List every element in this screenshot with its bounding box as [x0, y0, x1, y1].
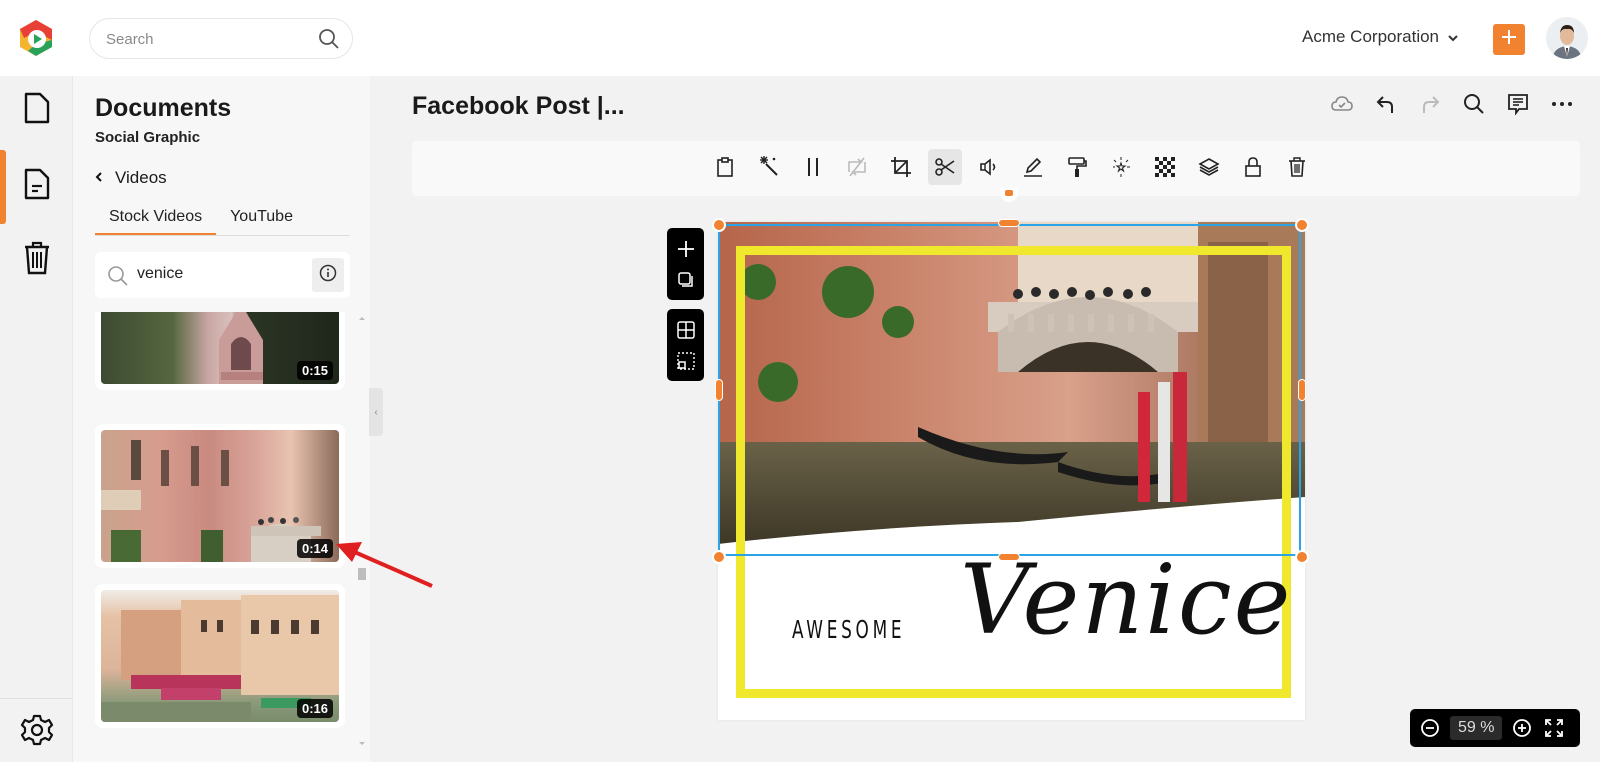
rail-item-trash[interactable] [0, 230, 73, 290]
video-card[interactable]: 0:15 [95, 312, 345, 390]
video-card[interactable]: 0:16 [95, 584, 345, 728]
comment-icon[interactable] [1506, 92, 1530, 116]
plus-icon [1500, 28, 1518, 51]
resize-handle-bottom[interactable] [998, 553, 1020, 561]
video-search[interactable] [95, 252, 350, 298]
sparkle-icon[interactable] [1104, 149, 1138, 185]
resize-handle-bottom-right[interactable] [1295, 550, 1309, 564]
chevron-left-icon [95, 168, 103, 188]
magic-wand-icon[interactable] [752, 149, 786, 185]
rail-item-settings[interactable] [0, 702, 73, 762]
video-duration: 0:14 [296, 539, 333, 558]
video-card[interactable]: 0:14 [95, 424, 345, 568]
left-rail [0, 76, 73, 762]
video-duration: 0:15 [296, 361, 333, 380]
document-title[interactable]: Facebook Post |... [412, 92, 625, 121]
trash-icon[interactable] [1280, 149, 1314, 185]
layers-icon[interactable] [1192, 149, 1226, 185]
document-text-icon [22, 167, 52, 206]
editor-actions [1330, 92, 1574, 116]
zoom-out-icon[interactable] [1418, 716, 1442, 740]
annotation-arrow [336, 540, 436, 595]
crop-icon[interactable] [884, 149, 918, 185]
user-avatar[interactable] [1546, 17, 1588, 59]
info-icon [319, 264, 337, 287]
transparency-icon[interactable] [1148, 149, 1182, 185]
add-icon[interactable] [667, 233, 704, 264]
global-search[interactable] [89, 18, 353, 59]
document-icon [22, 91, 52, 130]
more-icon[interactable] [1550, 92, 1574, 116]
search-icon[interactable] [318, 28, 340, 50]
panel-subtitle: Social Graphic [95, 129, 201, 146]
zoom-in-icon[interactable] [1510, 716, 1534, 740]
chevron-down-icon [1447, 27, 1459, 47]
tab-youtube[interactable]: YouTube [216, 204, 307, 235]
rail-item-documents[interactable] [0, 80, 73, 140]
video-thumbnail[interactable]: 0:15 [101, 312, 339, 384]
zoom-value: 59 [1458, 719, 1476, 736]
zoom-level[interactable]: 59 % [1450, 716, 1503, 740]
rotate-icon [1005, 190, 1013, 196]
resize-handle-bottom-left[interactable] [712, 550, 726, 564]
zoom-unit: % [1480, 719, 1495, 736]
duplicate-icon[interactable] [667, 264, 704, 295]
tab-stock-videos[interactable]: Stock Videos [95, 204, 217, 235]
design-canvas[interactable]: AWESOME Venice [718, 222, 1305, 720]
create-new-button[interactable] [1493, 24, 1525, 55]
organization-name: Acme Corporation [1302, 27, 1440, 46]
rail-divider [0, 698, 73, 699]
rotate-handle[interactable] [1000, 188, 1018, 202]
cloud-saved-icon[interactable] [1330, 92, 1354, 116]
organization-selector[interactable]: Acme Corporation [1302, 27, 1459, 47]
select-area-icon[interactable] [667, 345, 704, 376]
media-panel: Documents Social Graphic Videos Stock Vi… [73, 76, 370, 762]
app-logo[interactable] [16, 18, 56, 58]
scissors-icon[interactable] [928, 149, 962, 185]
video-source-tabs: Stock Videos YouTube [95, 204, 350, 236]
trash-icon [22, 240, 52, 281]
redo-icon[interactable] [1418, 92, 1442, 116]
resize-handle-right[interactable] [1298, 379, 1306, 401]
undo-icon[interactable] [1374, 92, 1398, 116]
video-search-input[interactable] [137, 265, 297, 283]
paint-roller-icon[interactable] [1060, 149, 1094, 185]
search-input[interactable] [106, 29, 306, 49]
video-duration: 0:16 [296, 699, 333, 718]
search-icon [107, 265, 129, 292]
floating-tools [667, 228, 704, 390]
resize-handle-top[interactable] [998, 219, 1020, 227]
video-thumbnail[interactable]: 0:14 [101, 430, 339, 562]
video-thumbnail[interactable]: 0:16 [101, 590, 339, 722]
chevron-left-icon: ‹ [374, 406, 378, 418]
lock-icon[interactable] [1236, 149, 1270, 185]
zoom-controls: 59 % [1410, 709, 1580, 747]
panel-scrollbar[interactable] [356, 312, 368, 752]
rail-item-social-graphic[interactable] [0, 156, 73, 216]
resize-handle-top-right[interactable] [1295, 218, 1309, 232]
headline-small-text[interactable]: AWESOME [792, 615, 905, 644]
resize-handle-left[interactable] [715, 379, 723, 401]
search-icon[interactable] [1462, 92, 1486, 116]
clipboard-icon[interactable] [708, 149, 742, 185]
back-label: Videos [115, 168, 167, 187]
panel-title: Documents [95, 94, 232, 122]
collapse-panel-handle[interactable]: ‹ [369, 388, 383, 436]
element-toolbar [412, 141, 1580, 196]
info-button[interactable] [312, 258, 344, 292]
pencil-icon[interactable] [1016, 149, 1050, 185]
video-results-list: 0:15 0:14 0:16 [95, 312, 350, 762]
grid-icon[interactable] [667, 314, 704, 345]
flip-icon[interactable] [840, 149, 874, 185]
volume-icon[interactable] [972, 149, 1006, 185]
resize-handle-top-left[interactable] [712, 218, 726, 232]
fullscreen-icon[interactable] [1542, 716, 1566, 740]
split-icon[interactable] [796, 149, 830, 185]
gear-icon [20, 713, 54, 752]
back-to-videos[interactable]: Videos [95, 168, 167, 188]
top-bar: Acme Corporation [0, 0, 1600, 76]
